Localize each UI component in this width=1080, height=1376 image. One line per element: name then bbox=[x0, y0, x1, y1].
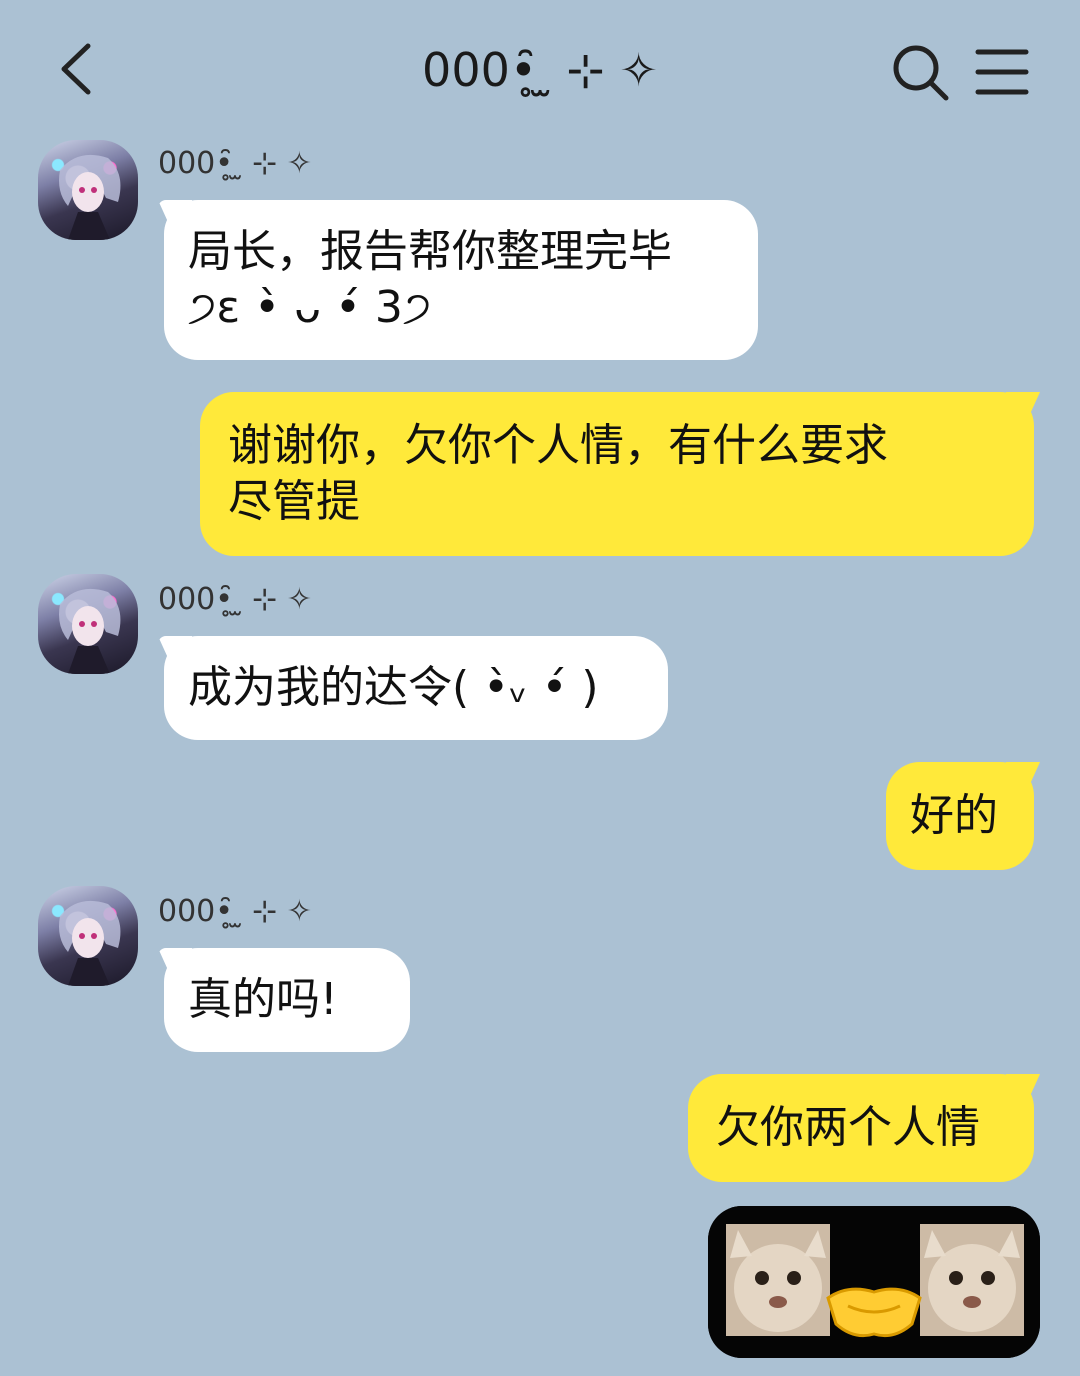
outgoing-message[interactable]: 好的 bbox=[886, 762, 1034, 870]
contact-avatar[interactable] bbox=[38, 140, 138, 240]
incoming-message[interactable]: 成为我的达令( •̀ᵥ •́ ) bbox=[164, 636, 668, 740]
contact-avatar[interactable] bbox=[38, 886, 138, 986]
chat-header: 000•̥̑ ̫ ⊹ ✧ bbox=[0, 0, 1080, 140]
contact-avatar[interactable] bbox=[38, 574, 138, 674]
search-button[interactable] bbox=[888, 40, 952, 104]
incoming-message[interactable]: 局长，报告帮你整理完毕 ੭ɛ •̀ ᴗ •́ 3੭ bbox=[164, 200, 758, 360]
avatar-illustration bbox=[59, 900, 121, 986]
outgoing-message[interactable]: 欠你两个人情 bbox=[688, 1074, 1034, 1182]
hamburger-menu-icon bbox=[975, 49, 1029, 95]
cat-handshake-sticker[interactable] bbox=[708, 1206, 1040, 1358]
outgoing-message[interactable]: 谢谢你，欠你个人情，有什么要求 尽管提 bbox=[200, 392, 1034, 556]
sender-name: 000•̥̑ ̫ ⊹ ✧ bbox=[158, 146, 312, 181]
sender-name: 000•̥̑ ̫ ⊹ ✧ bbox=[158, 582, 312, 617]
avatar-illustration bbox=[59, 588, 121, 674]
avatar-illustration bbox=[59, 154, 121, 240]
menu-button[interactable] bbox=[970, 40, 1034, 104]
search-icon bbox=[893, 45, 949, 101]
incoming-message[interactable]: 真的吗! bbox=[164, 948, 410, 1052]
sender-name: 000•̥̑ ̫ ⊹ ✧ bbox=[158, 894, 312, 929]
cat-handshake-image bbox=[708, 1206, 1040, 1358]
